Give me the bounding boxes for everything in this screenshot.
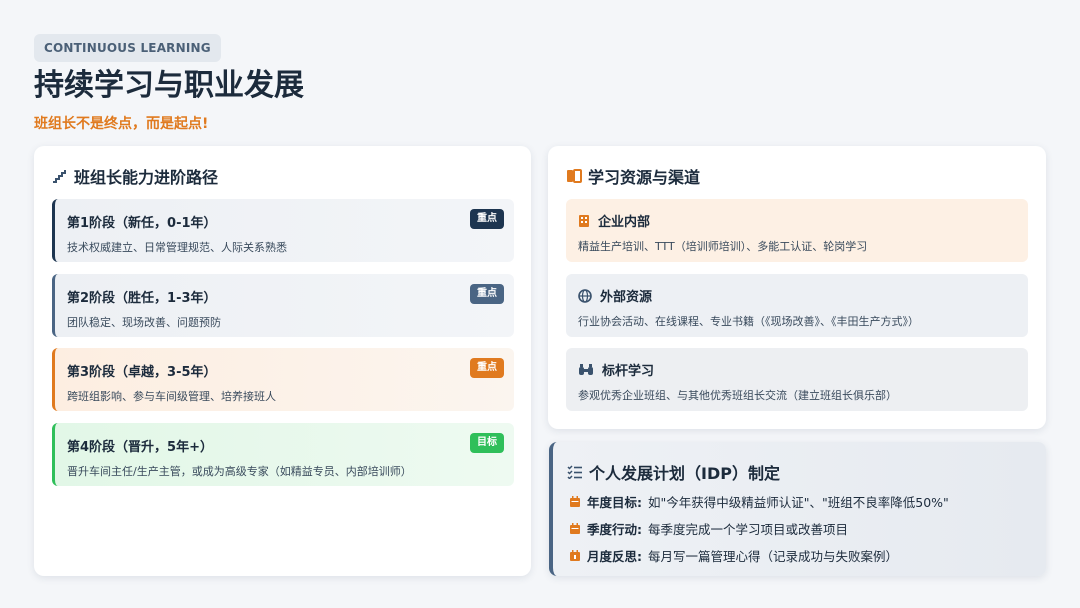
checklist-icon	[567, 465, 583, 479]
resource-benchmark-desc: 参观优秀企业班组、与其他优秀班组长交流（建立班组长俱乐部）	[578, 389, 897, 402]
page-subtitle: 班组长不是终点，而是起点!	[34, 116, 209, 132]
calendar-week-icon	[569, 522, 581, 535]
idp-row-annual: 年度目标: 如"今年获得中级精益师认证"、"班组不良率降低50%"	[569, 492, 949, 511]
resource-benchmark: 标杆学习 参观优秀企业班组、与其他优秀班组长交流（建立班组长俱乐部）	[566, 348, 1028, 411]
calendar-icon	[569, 495, 581, 508]
stage-3-desc: 跨班组影响、参与车间级管理、培养接班人	[67, 390, 276, 403]
resource-benchmark-title: 标杆学习	[602, 364, 655, 379]
binoculars-icon	[578, 363, 594, 376]
idp-row-quarterly: 季度行动: 每季度完成一个学习项目或改善项目	[569, 519, 848, 538]
resource-internal: 企业内部 精益生产培训、TTT（培训师培训）、多能工认证、轮岗学习	[566, 199, 1028, 262]
resource-external: 外部资源 行业协会活动、在线课程、专业书籍（《现场改善》、《丰田生产方式》）	[566, 274, 1028, 337]
idp-row-monthly-text: 每月写一篇管理心得（记录成功与失败案例）	[648, 549, 899, 564]
resource-internal-title: 企业内部	[598, 215, 651, 230]
stage-1-badge: 重点	[470, 209, 504, 229]
idp-title-text: 个人发展计划（IDP）制定	[589, 464, 780, 483]
section-tag: CONTINUOUS LEARNING	[34, 34, 221, 62]
learning-resources-title: 学习资源与渠道	[566, 164, 700, 188]
stage-3-title: 第3阶段（卓越，3-5年）	[67, 365, 217, 380]
resource-internal-desc: 精益生产培训、TTT（培训师培训）、多能工认证、轮岗学习	[578, 240, 868, 253]
idp-row-monthly-label: 月度反思:	[587, 549, 642, 564]
idp-row-annual-label: 年度目标:	[587, 495, 642, 510]
learning-resources-card: 学习资源与渠道 企业内部 精益生产培训、TTT（培训师培训）、多能工认证、轮岗学…	[548, 146, 1046, 429]
stage-2: 第2阶段（胜任，1-3年） 团队稳定、现场改善、问题预防 重点	[52, 274, 514, 337]
stage-1: 第1阶段（新任，0-1年） 技术权威建立、日常管理规范、人际关系熟悉 重点	[52, 199, 514, 262]
stairs-icon	[52, 169, 68, 183]
resource-external-desc: 行业协会活动、在线课程、专业书籍（《现场改善》、《丰田生产方式》）	[578, 315, 919, 328]
page-title: 持续学习与职业发展	[34, 68, 304, 103]
stage-4: 第4阶段（晋升，5年+） 晋升车间主任/生产主管，或成为高级专家（如精益专员、内…	[52, 423, 514, 486]
career-path-card: 班组长能力进阶路径 第1阶段（新任，0-1年） 技术权威建立、日常管理规范、人际…	[34, 146, 531, 576]
idp-row-quarterly-text: 每季度完成一个学习项目或改善项目	[648, 522, 849, 537]
idp-card: 个人发展计划（IDP）制定 年度目标: 如"今年获得中级精益师认证"、"班组不良…	[549, 442, 1046, 576]
idp-title: 个人发展计划（IDP）制定	[567, 460, 780, 484]
stage-3-badge: 重点	[470, 358, 504, 378]
idp-row-annual-text: 如"今年获得中级精益师认证"、"班组不良率降低50%"	[648, 495, 949, 510]
stage-2-desc: 团队稳定、现场改善、问题预防	[67, 316, 221, 329]
learning-resources-title-text: 学习资源与渠道	[588, 168, 701, 187]
stage-4-title: 第4阶段（晋升，5年+）	[67, 440, 213, 455]
stage-1-title: 第1阶段（新任，0-1年）	[67, 216, 217, 231]
stage-4-desc: 晋升车间主任/生产主管，或成为高级专家（如精益专员、内部培训师）	[67, 465, 412, 478]
stage-1-desc: 技术权威建立、日常管理规范、人际关系熟悉	[67, 241, 287, 254]
stage-4-badge: 目标	[470, 433, 504, 453]
book-icon	[566, 169, 582, 183]
calendar-check-icon	[569, 549, 581, 562]
building-icon	[578, 214, 590, 228]
idp-row-monthly: 月度反思: 每月写一篇管理心得（记录成功与失败案例）	[569, 546, 898, 565]
career-path-title: 班组长能力进阶路径	[52, 164, 218, 188]
stage-2-badge: 重点	[470, 284, 504, 304]
stage-2-title: 第2阶段（胜任，1-3年）	[67, 291, 217, 306]
resource-external-title: 外部资源	[600, 290, 653, 305]
globe-icon	[578, 288, 592, 303]
career-path-title-text: 班组长能力进阶路径	[74, 168, 219, 187]
idp-row-quarterly-label: 季度行动:	[587, 522, 642, 537]
stage-3: 第3阶段（卓越，3-5年） 跨班组影响、参与车间级管理、培养接班人 重点	[52, 348, 514, 411]
